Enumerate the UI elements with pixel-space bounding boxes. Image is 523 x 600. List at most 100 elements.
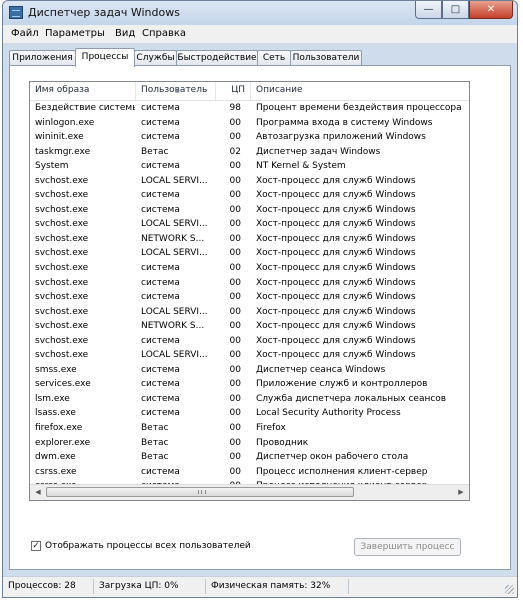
process-user-cell: Ветас [141,452,169,463]
table-row[interactable]: csrss.exe система 00 Процесс исполнения кли… [30,465,469,480]
process-cpu-cell: 00 [229,117,241,128]
table-row[interactable]: wininit.exe система 00 Автозагрузка приложе… [30,130,469,145]
process-description-cell: Программа входа в систему Windows [256,117,433,128]
process-cpu-cell: 00 [229,379,241,390]
table-row[interactable]: smss.exe система 00 Диспетчер сеанса Window… [30,363,469,378]
scroll-right-button[interactable]: ▶ [453,485,469,500]
process-cpu-cell: 02 [229,146,241,157]
column-header-description[interactable]: Описание [251,82,469,100]
table-row[interactable]: svchost.exe система 00 Хост-процесс для слу… [30,290,469,305]
table-row[interactable]: svchost.exe система 00 Хост-процесс для слу… [30,261,469,276]
table-row[interactable]: explorer.exe Ветас 00 Проводник [30,436,469,451]
tab-services[interactable]: Службы [134,50,177,65]
column-header-description-label: Описание [256,85,303,95]
scroll-left-button[interactable]: ◀ [30,485,46,500]
menu-view[interactable]: Вид [115,28,135,39]
process-user-cell: система [141,103,180,113]
process-name-cell: svchost.exe [35,335,89,346]
process-cpu-cell: 00 [229,132,241,143]
end-process-button[interactable]: Завершить процесс [354,538,461,556]
table-row[interactable]: svchost.exe LOCAL SERVI... 00 Хост-процесс … [30,217,469,232]
table-row[interactable]: dwm.exe Ветас 00 Диспетчер окон рабочего ст… [30,450,469,465]
close-button[interactable]: ✕ [469,1,513,19]
column-header-user[interactable]: ▲ Пользователь [136,82,216,100]
maximize-button[interactable]: □ [442,1,469,19]
process-user-cell: NETWORK S... [141,233,205,244]
show-all-users-checkbox[interactable]: ✓ [31,541,41,551]
column-header-cpu[interactable]: ЦП [216,82,251,100]
table-row[interactable]: Бездействие системы система 98 Процент врем… [30,101,469,116]
table-row[interactable]: firefox.exe Ветас 00 Firefox [30,421,469,436]
process-name-cell: lsm.exe [35,393,70,404]
table-row[interactable]: svchost.exe система 00 Хост-процесс для слу… [30,203,469,218]
table-row[interactable]: System система 00 NT Kernel & System [30,159,469,174]
process-cpu-cell: 98 [229,103,241,113]
status-bar: Процессов: 28 Загрузка ЦП: 0% Физическая… [3,576,517,597]
menu-options[interactable]: Параметры [45,28,105,39]
table-row[interactable]: winlogon.exe система 00 Программа входа в с… [30,116,469,131]
process-user-cell: система [141,408,180,419]
tab-performance[interactable]: Быстродействие [176,50,258,65]
tab-users[interactable]: Пользователи [290,50,362,65]
table-row[interactable]: lsass.exe система 00 Local Security Authori… [30,406,469,421]
table-row[interactable]: svchost.exe система 00 Хост-процесс для слу… [30,276,469,291]
process-name-cell: wininit.exe [35,132,84,143]
tab-network[interactable]: Сеть [257,50,291,65]
menu-file[interactable]: Файл [11,28,39,39]
process-list[interactable]: Имя образа ▲ Пользователь ЦП Описание Без… [29,81,470,501]
table-row[interactable]: svchost.exe NETWORK S... 00 Хост-процесс дл… [30,232,469,247]
table-row[interactable]: svchost.exe LOCAL SERVI... 00 Хост-процесс … [30,348,469,363]
process-description-cell: Проводник [256,437,309,448]
table-row[interactable]: svchost.exe LOCAL SERVI... 00 Хост-процесс … [30,246,469,261]
process-description-cell: Хост-процесс для служб Windows [256,335,416,346]
status-process-count: Процессов: 28 [8,581,76,591]
process-cpu-cell: 00 [229,423,241,434]
process-cpu-cell: 00 [229,248,241,259]
process-user-cell: система [141,263,180,274]
process-cpu-cell: 00 [229,466,241,477]
process-user-cell: LOCAL SERVI... [141,219,208,230]
table-row[interactable]: svchost.exe LOCAL SERVI... 00 Хост-процесс … [30,174,469,189]
process-user-cell: система [141,204,180,215]
table-row[interactable]: taskmgr.exe Ветас 02 Диспетчер задач Window… [30,145,469,160]
process-cpu-cell: 00 [229,437,241,448]
table-row[interactable]: services.exe система 00 Приложение служб и … [30,377,469,392]
tab-processes[interactable]: Процессы [75,48,135,67]
process-cpu-cell: 00 [229,263,241,274]
process-description-cell: Firefox [256,423,286,434]
resize-grip-icon[interactable] [505,585,514,594]
table-row[interactable]: svchost.exe система 00 Хост-процесс для слу… [30,188,469,203]
process-cpu-cell: 00 [229,364,241,375]
column-header-name[interactable]: Имя образа [30,82,136,100]
title-bar[interactable]: Диспетчер задач Windows — □ ✕ [3,1,517,25]
process-description-cell: Хост-процесс для служб Windows [256,233,416,244]
process-name-cell: firefox.exe [35,423,83,434]
process-name-cell: svchost.exe [35,306,89,317]
scrollbar-thumb[interactable] [46,487,354,497]
process-description-cell: Хост-процесс для служб Windows [256,277,416,288]
process-description-cell: Диспетчер задач Windows [256,146,381,157]
table-row[interactable]: svchost.exe система 00 Хост-процесс для слу… [30,334,469,349]
show-all-users-option[interactable]: ✓ Отображать процессы всех пользователей [31,539,251,553]
process-user-cell: система [141,277,180,288]
menu-help[interactable]: Справка [142,28,186,39]
process-user-cell: система [141,132,180,143]
sort-arrow-icon: ▲ [175,88,180,94]
process-name-cell: svchost.exe [35,321,89,332]
task-manager-window: Диспетчер задач Windows — □ ✕ Файл Парам… [2,0,518,598]
process-user-cell: LOCAL SERVI... [141,248,208,259]
process-name-cell: System [35,161,69,172]
process-description-cell: Автозагрузка приложений Windows [256,132,426,143]
process-name-cell: explorer.exe [35,437,91,448]
process-cpu-cell: 00 [229,335,241,346]
process-user-cell: система [141,466,180,477]
minimize-button[interactable]: — [415,1,442,19]
process-name-cell: smss.exe [35,364,77,375]
table-row[interactable]: svchost.exe NETWORK S... 00 Хост-процесс дл… [30,319,469,334]
process-cpu-cell: 00 [229,452,241,463]
table-row[interactable]: svchost.exe LOCAL SERVI... 00 Хост-процесс … [30,305,469,320]
tab-applications[interactable]: Приложения [9,50,76,65]
horizontal-scrollbar[interactable]: ◀ ▶ [30,484,469,500]
process-description-cell: Хост-процесс для служб Windows [256,306,416,317]
table-row[interactable]: lsm.exe система 00 Служба диспетчера локаль… [30,392,469,407]
